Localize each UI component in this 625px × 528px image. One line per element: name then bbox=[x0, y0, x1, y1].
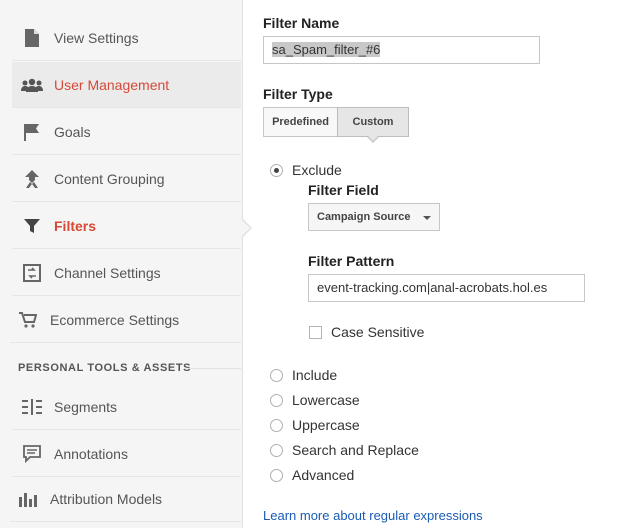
sidebar-item-label: Segments bbox=[54, 398, 118, 415]
radio-uppercase[interactable]: Uppercase bbox=[270, 417, 360, 433]
radio-label: Uppercase bbox=[292, 417, 360, 433]
sidebar-item-label: Goals bbox=[54, 123, 91, 140]
checkbox-label: Case Sensitive bbox=[331, 324, 425, 340]
radio-label: Search and Replace bbox=[292, 442, 419, 458]
flag-icon bbox=[20, 122, 44, 142]
sidebar-item-ecommerce-settings[interactable]: Ecommerce Settings bbox=[10, 297, 241, 343]
sidebar-item-annotations[interactable]: Annotations bbox=[12, 431, 241, 477]
sidebar-item-label: Annotations bbox=[54, 445, 128, 462]
tab-pointer-fill bbox=[368, 136, 378, 141]
radio-button[interactable] bbox=[270, 393, 283, 407]
filter-name-input[interactable]: sa_Spam_filter_#6 bbox=[263, 36, 540, 64]
annotation-icon bbox=[20, 444, 44, 464]
learn-more-regex-link[interactable]: Learn more about regular expressions bbox=[263, 508, 483, 523]
sidebar: View Settings User Management Goals Cont… bbox=[0, 0, 243, 528]
sidebar-item-goals[interactable]: Goals bbox=[12, 109, 241, 155]
section-divider bbox=[188, 368, 241, 369]
sidebar-item-channel-settings[interactable]: Channel Settings bbox=[12, 250, 241, 296]
cart-icon bbox=[16, 310, 40, 330]
sidebar-item-content-grouping[interactable]: Content Grouping bbox=[12, 156, 241, 202]
sidebar-item-label: Channel Settings bbox=[54, 264, 161, 281]
radio-label: Exclude bbox=[292, 162, 342, 178]
users-icon bbox=[20, 75, 44, 95]
radio-lowercase[interactable]: Lowercase bbox=[270, 392, 360, 408]
filter-field-dropdown[interactable]: Campaign Source bbox=[308, 203, 440, 231]
segments-icon bbox=[20, 397, 44, 417]
sidebar-item-segments[interactable]: Segments bbox=[12, 384, 241, 430]
tab-predefined[interactable]: Predefined bbox=[263, 107, 338, 137]
radio-label: Lowercase bbox=[292, 392, 360, 408]
sidebar-item-label: Filters bbox=[54, 217, 97, 234]
bar-chart-icon bbox=[16, 489, 40, 509]
radio-label: Include bbox=[292, 367, 338, 383]
sidebar-item-label: User Management bbox=[54, 76, 170, 93]
radio-button-selected[interactable] bbox=[270, 163, 283, 177]
active-item-pointer-fill bbox=[241, 219, 250, 237]
section-heading-personal-tools: PERSONAL TOOLS & ASSETS bbox=[18, 362, 192, 374]
radio-advanced[interactable]: Advanced bbox=[270, 467, 354, 483]
radio-include[interactable]: Include bbox=[270, 367, 337, 383]
checkbox-box[interactable] bbox=[309, 325, 322, 339]
radio-button[interactable] bbox=[270, 468, 283, 482]
filter-field-value: Campaign Source bbox=[317, 211, 411, 223]
filter-name-value: sa_Spam_filter_#6 bbox=[272, 42, 381, 57]
filter-field-label: Filter Field bbox=[308, 182, 379, 198]
filter-type-label: Filter Type bbox=[263, 86, 333, 102]
content-grouping-icon bbox=[20, 169, 44, 189]
radio-button[interactable] bbox=[270, 368, 283, 382]
sidebar-item-label: View Settings bbox=[54, 29, 139, 46]
radio-search-and-replace[interactable]: Search and Replace bbox=[270, 442, 419, 458]
radio-button[interactable] bbox=[270, 443, 283, 457]
radio-button[interactable] bbox=[270, 418, 283, 432]
case-sensitive-checkbox[interactable]: Case Sensitive bbox=[309, 324, 424, 340]
channel-settings-icon bbox=[20, 263, 44, 283]
tab-custom[interactable]: Custom bbox=[337, 107, 409, 137]
radio-label: Advanced bbox=[292, 467, 355, 483]
radio-exclude[interactable]: Exclude bbox=[270, 162, 342, 178]
filter-pattern-label: Filter Pattern bbox=[308, 253, 395, 269]
chevron-down-icon bbox=[423, 216, 431, 220]
sidebar-item-label: Attribution Models bbox=[50, 490, 163, 507]
filter-name-label: Filter Name bbox=[263, 15, 340, 31]
sidebar-item-label: Ecommerce Settings bbox=[50, 311, 180, 328]
funnel-icon bbox=[20, 216, 44, 236]
sidebar-item-attribution-models[interactable]: Attribution Models bbox=[10, 476, 241, 522]
sidebar-item-label: Content Grouping bbox=[54, 170, 165, 187]
sidebar-item-view-settings[interactable]: View Settings bbox=[12, 15, 241, 61]
sidebar-item-user-management[interactable]: User Management bbox=[12, 62, 241, 108]
sidebar-item-filters[interactable]: Filters bbox=[12, 203, 241, 249]
filter-pattern-input[interactable]: event-tracking.com|anal-acrobats.hol.es bbox=[308, 274, 585, 302]
document-icon bbox=[20, 28, 44, 48]
